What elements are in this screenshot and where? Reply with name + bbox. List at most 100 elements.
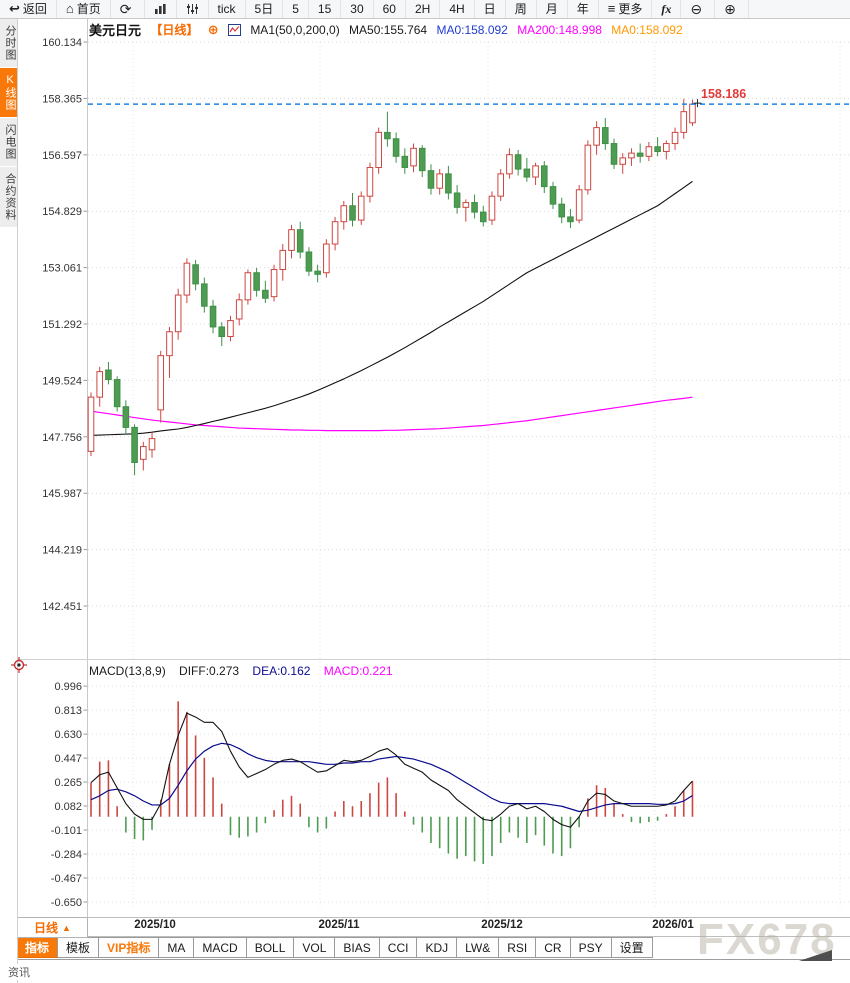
price-axis-tick: 156.597 [42, 150, 82, 162]
zoom-out-icon: ⊖ [690, 0, 705, 19]
period-tag: 【日线】 [150, 23, 198, 37]
toolbar-button-5d[interactable]: 5日 [246, 0, 284, 18]
tab-LW&[interactable]: LW& [456, 937, 499, 958]
tab-MACD[interactable]: MACD [193, 937, 246, 958]
macd-axis-tick: 0.813 [54, 705, 82, 717]
ma-settings-label[interactable]: MA1(50,0,200,0) [250, 23, 339, 37]
divider [0, 959, 850, 960]
toolbar-button-15m[interactable]: 15 [309, 0, 341, 18]
macd-axis-tick: 0.082 [54, 801, 82, 813]
x-axis-labels: 2025/10 2025/11 2025/12 2026/01 [0, 919, 850, 935]
sidebar-item-contract-info[interactable]: 合约资料 [0, 167, 17, 227]
macd-axis-tick: -0.284 [51, 849, 82, 861]
macd-header: MACD(13,8,9) DIFF:0.273 DEA:0.162 MACD:0… [89, 664, 403, 678]
macd-value: MACD:0.221 [324, 664, 393, 678]
indicator-tabbar: 指标模板VIP指标MAMACDBOLLVOLBIASCCIKDJLW&RSICR… [17, 937, 653, 958]
add-indicator-icon[interactable]: ⊕ [208, 22, 219, 37]
tab-指标[interactable]: 指标 [16, 937, 58, 958]
price-axis-tick: 158.365 [42, 93, 82, 105]
x-axis-label: 2026/01 [652, 919, 694, 931]
macd-axis-tick: -0.101 [51, 825, 82, 837]
toolbar-button-month[interactable]: 月 [537, 0, 568, 18]
toolbar-button-refresh[interactable]: ⟳ [111, 0, 145, 18]
dea-value: DEA:0.162 [252, 664, 310, 678]
chevron-up-icon: ▲ [62, 923, 71, 933]
price-axis-tick: 144.219 [42, 545, 82, 557]
last-price-label: 158.186 [701, 87, 746, 101]
macd-axis-tick: 0.447 [54, 753, 82, 765]
macd-axis-tick: -0.650 [51, 897, 82, 909]
sidebar-item-lightning[interactable]: 闪电图 [0, 118, 17, 166]
macd-axis-tick: 0.630 [54, 729, 82, 741]
candle-mini-icon [228, 23, 241, 37]
macd-axis-tick: 0.996 [54, 681, 82, 693]
back-arrow-icon: ↩ [9, 0, 23, 18]
macd-settings-label[interactable]: MACD(13,8,9) [89, 664, 166, 678]
ma50-value: MA50:155.764 [349, 23, 427, 37]
toolbar-button-zoom-in[interactable]: ⊕ [715, 0, 749, 18]
tab-BIAS[interactable]: BIAS [334, 937, 379, 958]
left-sidebar: 分时图K线图闪电图合约资料 [0, 18, 18, 983]
toolbar-button-chart-style[interactable] [145, 0, 177, 18]
toolbar-button-day[interactable]: 日 [475, 0, 506, 18]
news-link[interactable]: 资讯 [6, 964, 32, 980]
toolbar-button-week[interactable]: 周 [506, 0, 537, 18]
toolbar-button-5m[interactable]: 5 [283, 0, 309, 18]
tab-模板[interactable]: 模板 [57, 937, 99, 958]
chart-header: 美元日元 【日线】 ⊕ MA1(50,0,200,0) MA50:155.764… [89, 20, 689, 39]
crosshair-icon[interactable] [10, 656, 28, 679]
bar-chart-icon [154, 3, 167, 15]
toolbar-button-back[interactable]: ↩返回 [0, 0, 57, 18]
tab-KDJ[interactable]: KDJ [416, 937, 457, 958]
sliders-icon [186, 3, 199, 15]
tab-PSY[interactable]: PSY [570, 937, 612, 958]
toolbar-button-30m[interactable]: 30 [341, 0, 373, 18]
toolbar-button-indicator-settings[interactable] [177, 0, 209, 18]
price-axis-tick: 153.061 [42, 263, 82, 275]
tab-CCI[interactable]: CCI [379, 937, 418, 958]
diff-value: DIFF:0.273 [179, 664, 239, 678]
x-axis-label: 2025/11 [319, 919, 360, 931]
price-axis-tick: 145.987 [42, 488, 82, 500]
price-axis-tick: 147.756 [42, 432, 82, 444]
tab-MA[interactable]: MA [158, 937, 194, 958]
ma200-value: MA200:148.998 [517, 23, 602, 37]
period-selector-label: 日线 [34, 919, 58, 936]
toolbar-button-2h[interactable]: 2H [406, 0, 440, 18]
price-axis-tick: 160.134 [42, 37, 82, 49]
toolbar-button-home[interactable]: ⌂首页 [57, 0, 111, 18]
macd-axis-tick: 0.265 [54, 777, 82, 789]
price-axis-tick: 151.292 [42, 319, 82, 331]
tab-BOLL[interactable]: BOLL [246, 937, 295, 958]
chart-canvas[interactable]: 160.134158.365156.597154.829153.061151.2… [0, 0, 850, 983]
fx-chart-app: 160.134158.365156.597154.829153.061151.2… [0, 0, 850, 983]
toolbar-button-fx[interactable]: fx [652, 0, 681, 18]
symbol-title: 美元日元 [89, 23, 141, 38]
toolbar-button-more[interactable]: ≡更多 [599, 0, 653, 18]
ma0-blue-value: MA0:158.092 [436, 23, 507, 37]
toolbar-button-tick[interactable]: tick [209, 0, 246, 18]
toolbar-button-4h[interactable]: 4H [440, 0, 474, 18]
toolbar-button-year[interactable]: 年 [568, 0, 599, 18]
sidebar-item-kline[interactable]: K线图 [0, 68, 17, 117]
tab-CR[interactable]: CR [535, 937, 570, 958]
refresh-icon: ⟳ [120, 0, 135, 19]
sidebar-item-time-share[interactable]: 分时图 [0, 19, 17, 67]
zoom-in-icon: ⊕ [724, 0, 739, 19]
toolbar-button-60m[interactable]: 60 [374, 0, 406, 18]
price-axis-tick: 142.451 [42, 601, 82, 613]
price-axis-tick: 149.524 [42, 375, 82, 387]
tab-设置[interactable]: 设置 [611, 937, 653, 958]
tab-VIP指标[interactable]: VIP指标 [98, 937, 159, 958]
macd-axis-tick: -0.467 [51, 873, 82, 885]
menu-icon: ≡ [608, 0, 619, 18]
tab-RSI[interactable]: RSI [498, 937, 536, 958]
x-axis-label: 2025/10 [134, 919, 176, 931]
ma0-orange-value: MA0:158.092 [611, 23, 682, 37]
tab-VOL[interactable]: VOL [293, 937, 335, 958]
period-selector[interactable]: 日线 ▲ [17, 917, 88, 938]
x-axis-label: 2025/12 [481, 919, 523, 931]
toolbar-button-zoom-out[interactable]: ⊖ [681, 0, 715, 18]
top-toolbar: ↩返回⌂首页 ⟳ tick5日51530602H4H日周月年≡更多fx ⊖ ⊕ [0, 0, 850, 19]
divider [0, 917, 850, 918]
